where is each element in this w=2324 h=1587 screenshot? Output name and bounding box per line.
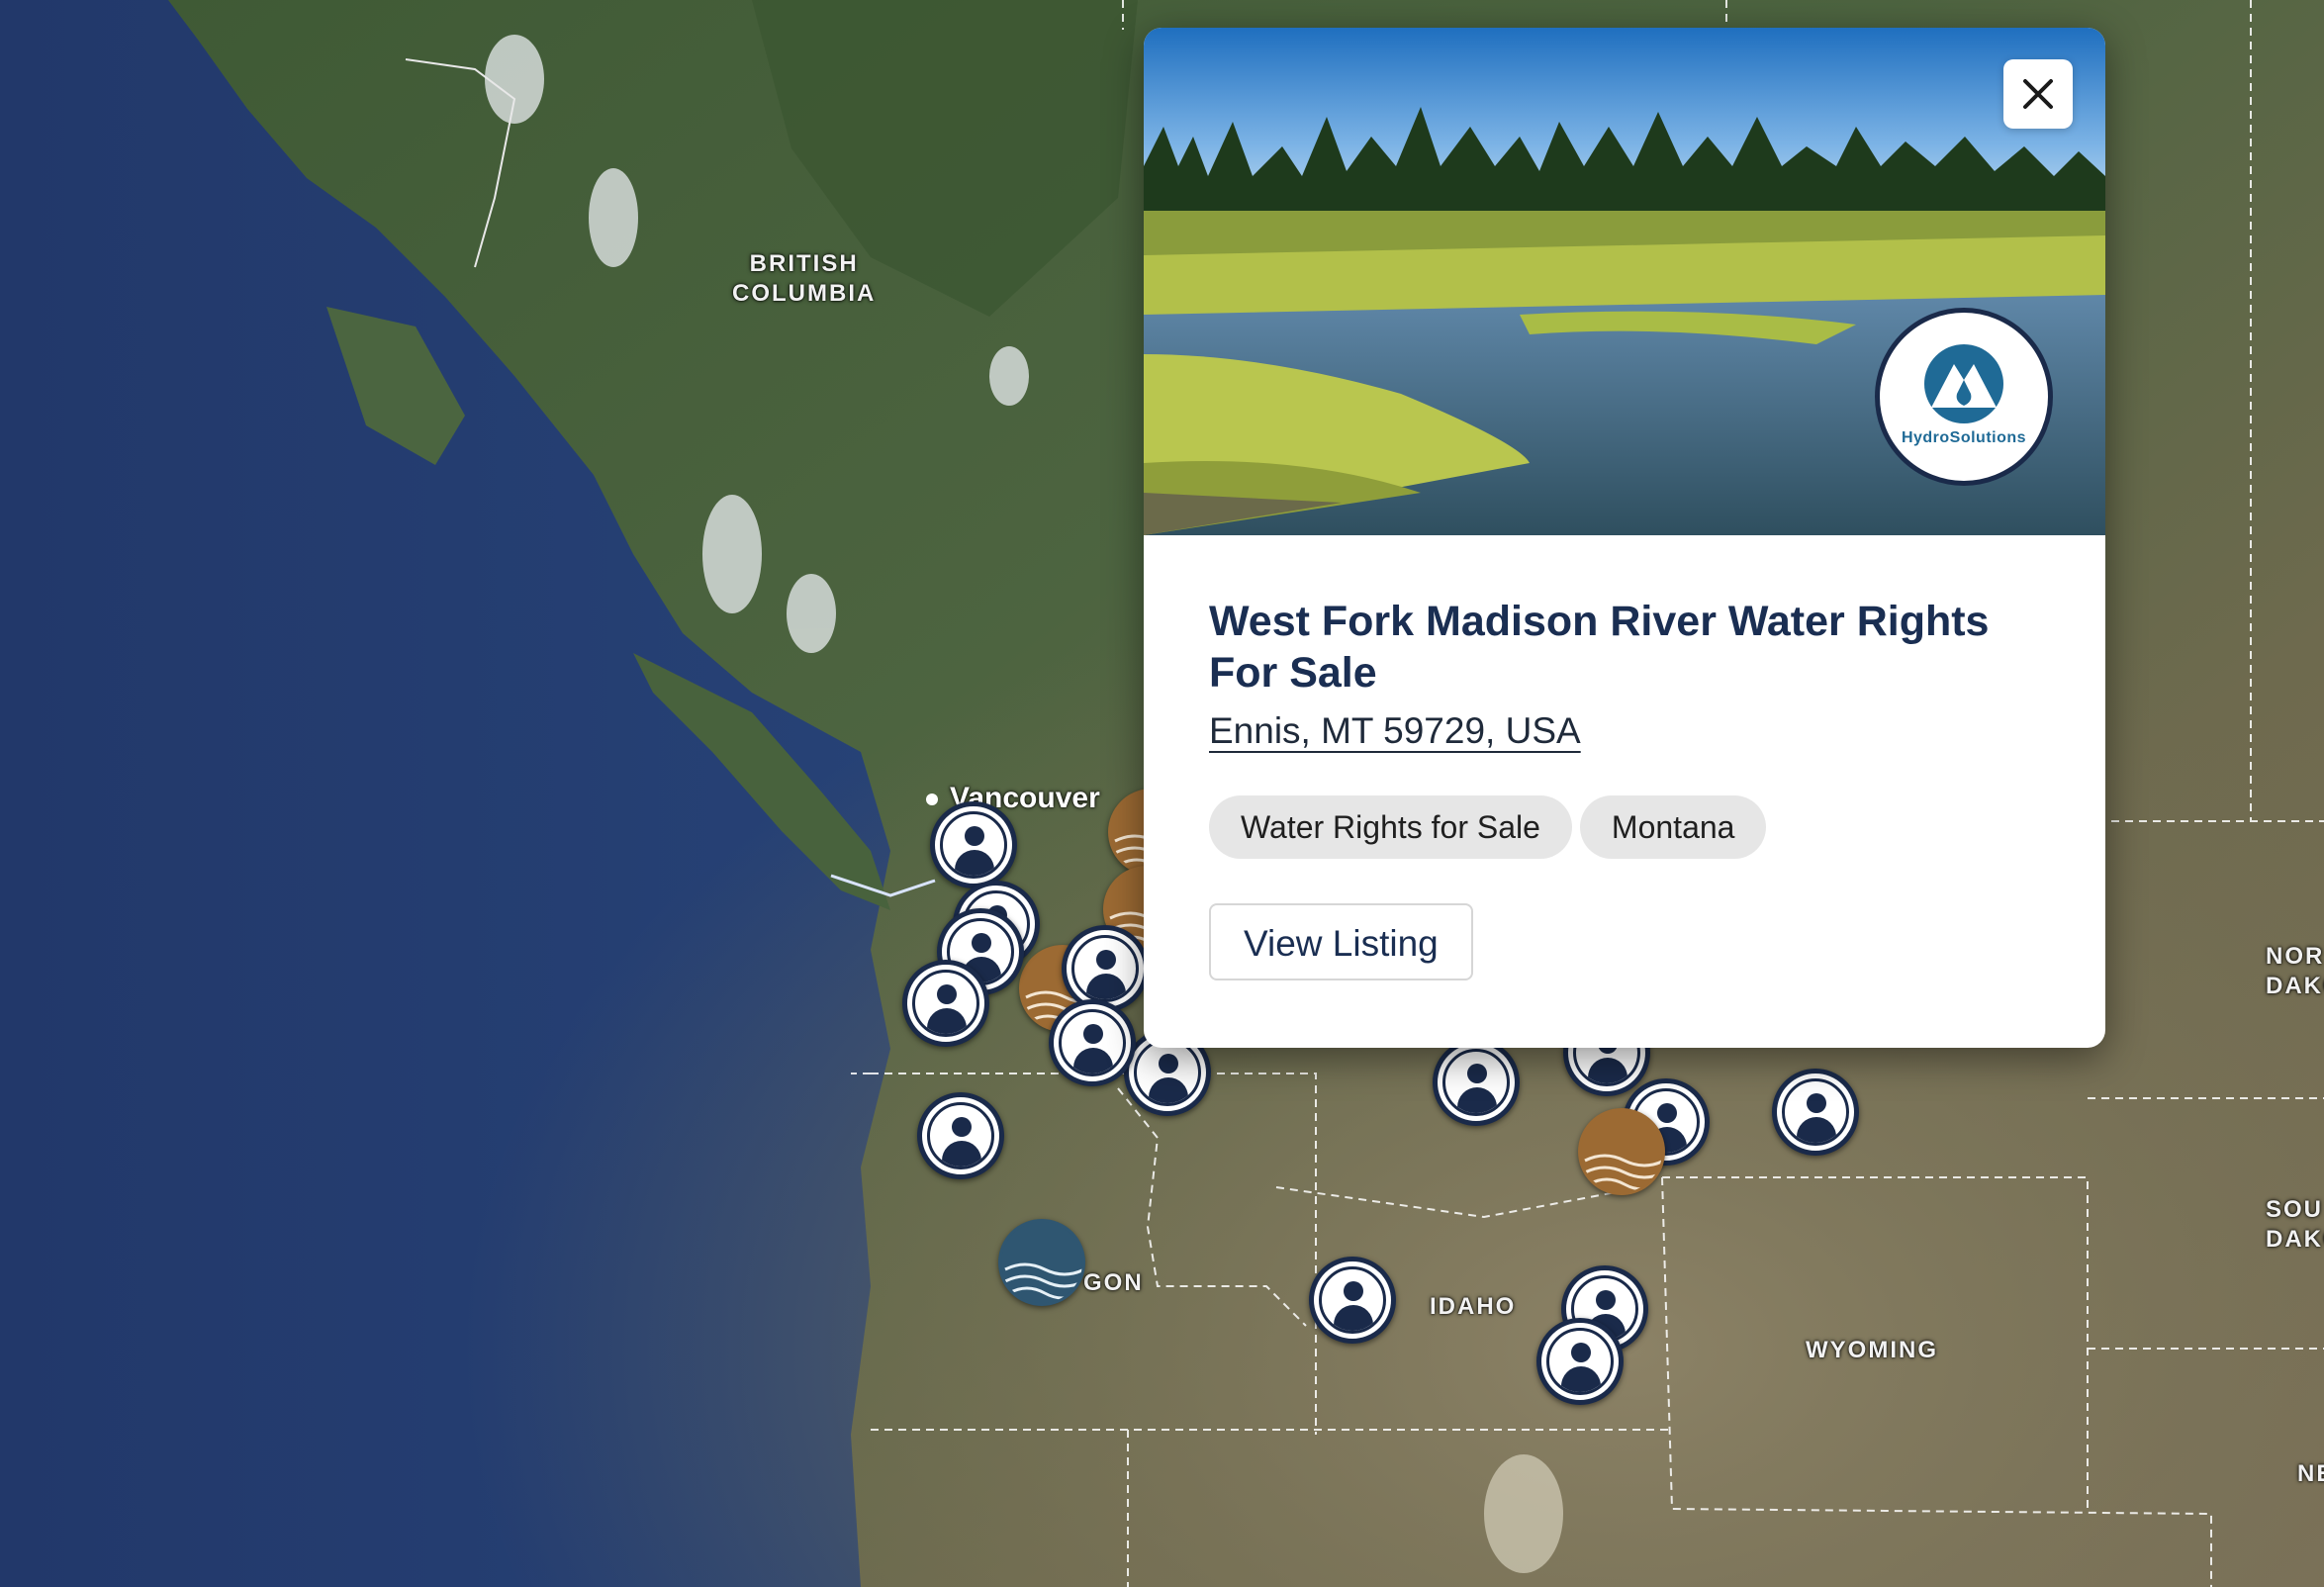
region-label-oregon: GON	[1083, 1269, 1144, 1296]
user-icon	[927, 1102, 994, 1169]
user-icon	[1071, 935, 1139, 1002]
user-icon	[1442, 1049, 1510, 1116]
user-listing-marker[interactable]	[1772, 1069, 1859, 1156]
water-wave-icon	[1004, 1262, 1082, 1300]
user-icon	[1319, 1266, 1386, 1334]
user-icon	[940, 811, 1007, 879]
listing-tags: Water Rights for Sale Montana	[1209, 795, 1767, 859]
user-icon	[1782, 1078, 1849, 1146]
land-listing-marker[interactable]	[1578, 1108, 1665, 1195]
land-wave-icon	[1584, 1154, 1662, 1191]
view-listing-button[interactable]: View Listing	[1209, 903, 1473, 980]
water-listing-marker[interactable]	[998, 1219, 1085, 1306]
user-listing-marker[interactable]	[1309, 1257, 1396, 1344]
user-listing-marker[interactable]	[902, 960, 989, 1047]
user-icon	[1546, 1328, 1614, 1395]
region-label-north-dakota: NOR DAKO	[2266, 943, 2324, 999]
tag-category: Water Rights for Sale	[1209, 795, 1572, 859]
user-listing-marker[interactable]	[1536, 1318, 1624, 1405]
city-dot-vancouver	[926, 794, 938, 805]
close-button[interactable]	[2003, 59, 2073, 129]
region-label-british-columbia: BRITISH COLUMBIA	[732, 250, 877, 307]
user-icon	[912, 970, 979, 1037]
listing-address-link[interactable]: Ennis, MT 59729, USA	[1209, 710, 1581, 752]
company-logo: HydroSolutions	[1875, 308, 2053, 486]
region-label-wyoming: WYOMING	[1806, 1337, 1938, 1363]
company-logo-text: HydroSolutions	[1901, 429, 2027, 446]
region-label-nebraska: NE	[2297, 1460, 2324, 1487]
user-listing-marker[interactable]	[1062, 925, 1149, 1012]
user-icon	[1059, 1009, 1126, 1076]
mountain-water-drop-icon	[1924, 344, 2003, 423]
region-label-idaho: IDAHO	[1430, 1293, 1517, 1320]
user-icon	[1134, 1039, 1201, 1106]
user-listing-marker[interactable]	[1433, 1039, 1520, 1126]
user-listing-marker[interactable]	[930, 801, 1017, 888]
close-icon	[2023, 79, 2053, 109]
user-listing-marker[interactable]	[1049, 999, 1136, 1086]
listing-title: West Fork Madison River Water Rights For…	[1209, 598, 1990, 697]
tag-state: Montana	[1579, 795, 1767, 859]
listing-popup: HydroSolutions West Fork Madison River W…	[1144, 28, 2105, 1048]
user-listing-marker[interactable]	[917, 1092, 1004, 1179]
region-label-south-dakota: SOU DAKO	[2266, 1196, 2324, 1253]
